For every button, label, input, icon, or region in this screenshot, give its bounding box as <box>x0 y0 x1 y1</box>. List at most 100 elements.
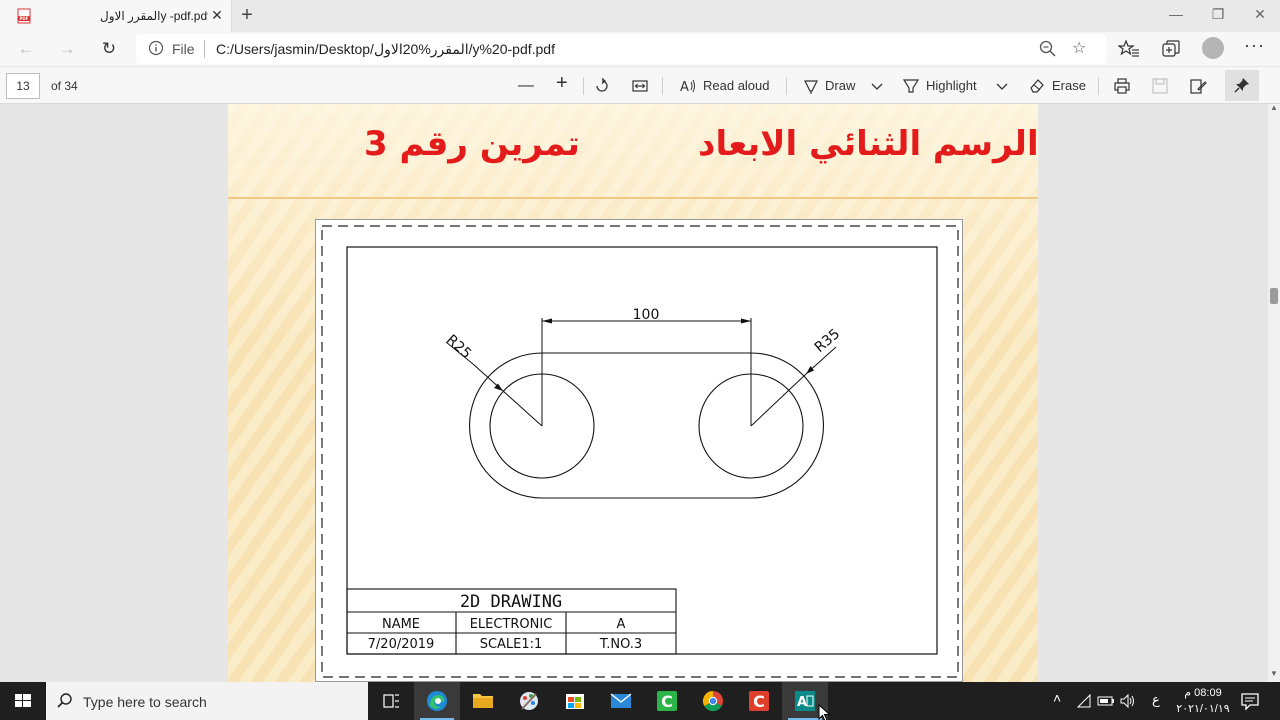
browser-tab[interactable]: PDF المقرر الاولy -pdf.pdf ✕ <box>0 0 232 32</box>
title-block-cell: NAME <box>382 617 420 632</box>
clock-time[interactable]: 08:09 م <box>1178 686 1228 699</box>
title-block-cell: SCALE1:1 <box>480 637 543 652</box>
taskbar: Type here to search C C A ˄ ع 08:09 م ٢٠… <box>0 682 1280 720</box>
fit-page-icon[interactable] <box>631 77 649 95</box>
highlight-icon <box>902 79 920 93</box>
dimension-label: 100 <box>633 307 660 323</box>
svg-text:A: A <box>797 695 807 710</box>
read-aloud-icon: A <box>680 79 695 95</box>
collections-icon[interactable] <box>1160 38 1182 60</box>
tab-close-button[interactable]: ✕ <box>208 6 226 24</box>
toolbar-divider <box>1098 77 1099 95</box>
rotate-icon[interactable] <box>593 77 611 95</box>
camtasia-green-icon[interactable]: C <box>644 682 690 720</box>
title-block-cell: ELECTRONIC <box>470 617 553 632</box>
page-title: الرسم الثنائي الابعاد <box>698 124 1039 164</box>
page-count-label: of 34 <box>51 79 78 93</box>
svg-text:C: C <box>661 692 673 711</box>
microsoft-store-icon[interactable] <box>552 682 598 720</box>
taskbar-search-box[interactable]: Type here to search <box>46 682 368 720</box>
camtasia-red-icon[interactable]: C <box>736 682 782 720</box>
pdf-toolbar: 13 of 34 — + A Read aloud Draw Highlight… <box>0 66 1280 104</box>
zoom-in-button[interactable]: + <box>556 73 568 94</box>
address-separator <box>204 40 205 58</box>
erase-button[interactable]: Erase <box>1052 77 1086 97</box>
title-block-title: 2D DRAWING <box>460 592 562 612</box>
arrowhead <box>806 366 814 374</box>
title-divider <box>228 197 1038 199</box>
tab-title: المقرر الاولy -pdf.pdf <box>100 9 208 23</box>
read-aloud-button[interactable]: Read aloud <box>703 77 770 97</box>
file-explorer-icon[interactable] <box>460 682 506 720</box>
scroll-thumb[interactable] <box>1270 288 1278 304</box>
close-window-button[interactable]: ✕ <box>1238 0 1280 30</box>
pin-icon <box>1234 78 1249 93</box>
refresh-button[interactable]: ↻ <box>96 37 122 61</box>
pin-toolbar-button[interactable] <box>1225 70 1259 101</box>
favorites-icon[interactable] <box>1118 38 1140 60</box>
exercise-title: تمرين رقم 3 <box>364 124 580 164</box>
svg-text:C: C <box>753 692 765 711</box>
input-language-indicator[interactable]: ع <box>1152 692 1160 708</box>
highlight-button[interactable]: Highlight <box>926 77 977 97</box>
favorite-star-icon[interactable]: ☆ <box>1072 38 1086 58</box>
address-url[interactable]: C:/Users/jasmin/Desktop/المقرر%20الاول/y… <box>216 41 555 58</box>
mouse-cursor-icon <box>818 704 831 720</box>
paint-app-icon[interactable] <box>506 682 552 720</box>
info-icon[interactable] <box>148 40 164 56</box>
radius-label-large: R35 <box>812 326 843 356</box>
task-view-icon[interactable] <box>368 682 414 720</box>
network-icon[interactable] <box>1076 694 1092 708</box>
title-block-cell: A <box>617 617 626 632</box>
dashed-border <box>321 225 959 678</box>
new-tab-button[interactable]: + <box>236 4 258 26</box>
chevron-down-icon[interactable] <box>993 77 1011 95</box>
scroll-down-arrow-icon[interactable]: ▼ <box>1270 670 1278 678</box>
title-block-cell: T.NO.3 <box>599 637 642 652</box>
radius-leader <box>472 363 543 427</box>
drawing-sheet: 100 R25 R35 2D DRAWING NAME ELECTRONIC A… <box>315 219 963 682</box>
draw-icon <box>804 80 818 94</box>
save-as-icon[interactable] <box>1189 77 1207 95</box>
page-number-input[interactable]: 13 <box>6 73 40 99</box>
radius-label-small: R25 <box>443 332 474 362</box>
battery-icon[interactable] <box>1097 694 1115 708</box>
svg-text:A: A <box>680 80 689 95</box>
vertical-scrollbar[interactable]: ▲ ▼ <box>1268 104 1280 682</box>
tray-chevron-up-icon[interactable]: ˄ <box>1053 690 1061 706</box>
cad-drawing: 100 R25 R35 2D DRAWING NAME ELECTRONIC A… <box>321 225 959 678</box>
save-icon[interactable] <box>1151 77 1169 95</box>
arrowhead <box>542 318 552 324</box>
maximize-button[interactable]: ❐ <box>1196 0 1240 30</box>
slot-profile <box>469 352 824 499</box>
edge-icon <box>427 691 447 711</box>
arrowhead <box>741 318 751 324</box>
edge-browser-taskbar-button[interactable] <box>414 682 460 720</box>
address-bar[interactable]: File C:/Users/jasmin/Desktop/المقرر%20ال… <box>136 34 1106 64</box>
pdf-file-icon: PDF <box>17 8 31 24</box>
minimize-button[interactable]: — <box>1154 0 1198 30</box>
chrome-icon[interactable] <box>690 682 736 720</box>
clock-date[interactable]: ٢٠٢١/٠١/١٩ <box>1176 702 1230 715</box>
notification-center-icon[interactable] <box>1240 691 1260 711</box>
windows-start-icon[interactable] <box>0 682 46 720</box>
scroll-up-arrow-icon[interactable]: ▲ <box>1270 104 1278 112</box>
zoom-out-button[interactable]: — <box>518 77 534 97</box>
volume-icon[interactable] <box>1119 693 1137 709</box>
profile-avatar[interactable] <box>1202 37 1224 59</box>
eraser-icon <box>1030 79 1044 93</box>
navigation-bar: ← → ↻ File C:/Users/jasmin/Desktop/المقر… <box>0 32 1280 66</box>
mail-icon[interactable] <box>598 682 644 720</box>
pdf-viewer: الرسم الثنائي الابعاد تمرين رقم 3 100 R2… <box>0 104 1268 682</box>
print-icon[interactable] <box>1113 77 1131 95</box>
zoom-icon[interactable] <box>1038 39 1058 59</box>
chevron-down-icon[interactable] <box>868 77 886 95</box>
draw-button[interactable]: Draw <box>825 77 855 97</box>
settings-more-button[interactable]: ··· <box>1244 35 1266 56</box>
search-icon <box>57 693 72 708</box>
toolbar-divider <box>662 77 663 95</box>
toolbar-divider <box>583 77 584 95</box>
back-button[interactable]: ← <box>13 37 39 61</box>
forward-button[interactable]: → <box>54 37 80 61</box>
scheme-label: File <box>172 41 195 57</box>
